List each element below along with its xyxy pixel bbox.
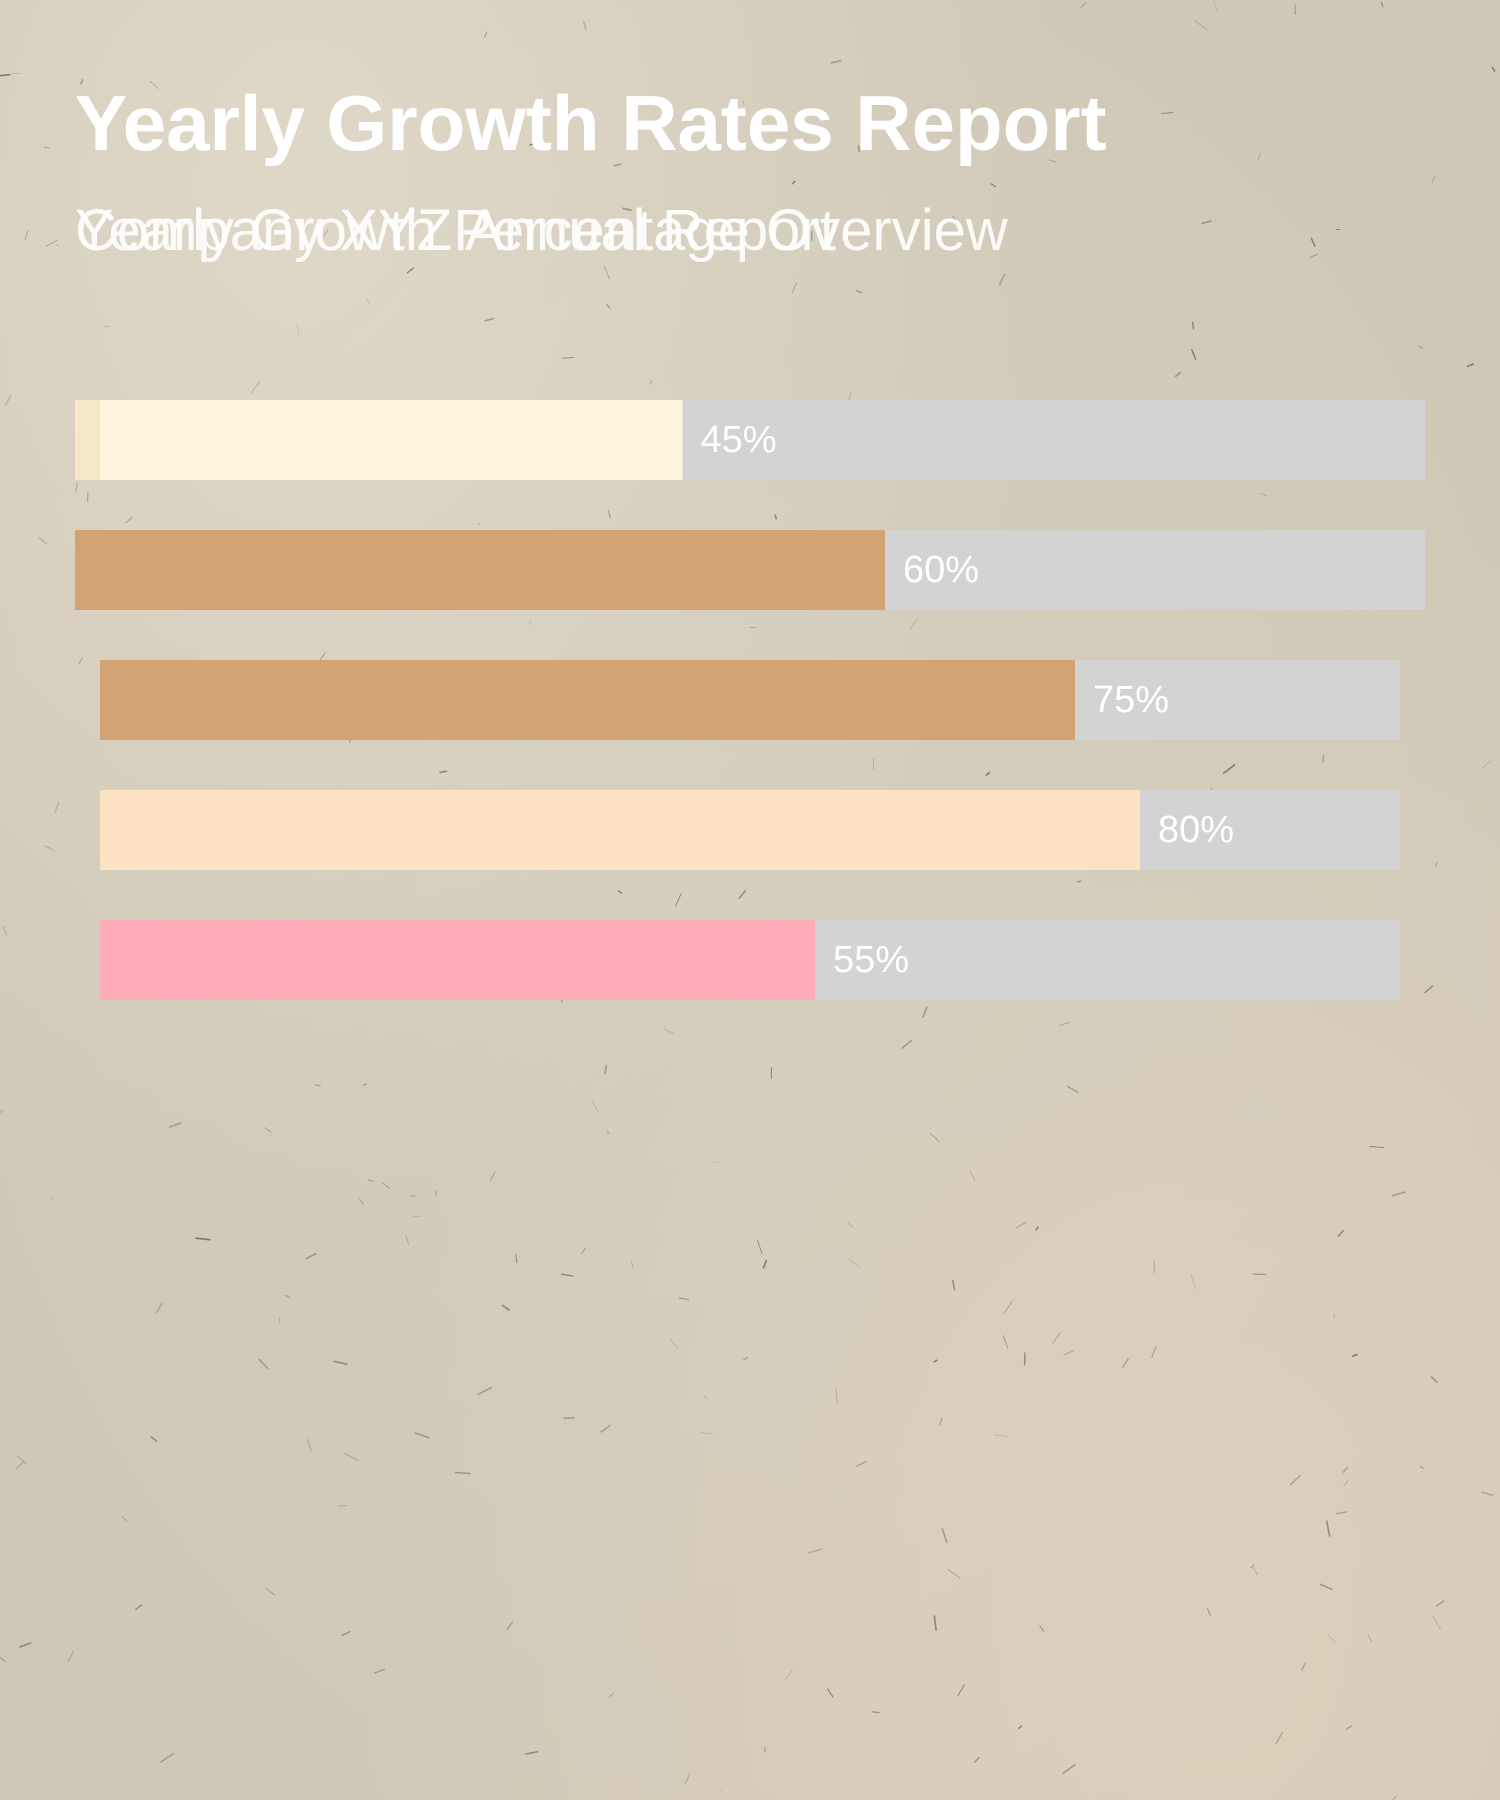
bar-value-label: 75%: [1093, 679, 1169, 721]
bar: [100, 790, 1140, 870]
bar-row-3: 75%: [100, 660, 1400, 740]
bar: [100, 920, 815, 1000]
bar-value-label: 55%: [833, 939, 909, 981]
bar-row-1: 45%: [75, 400, 1425, 480]
bar: [75, 400, 683, 480]
bar-row-5: 55%: [100, 920, 1400, 1000]
bar-value-label: 45%: [701, 419, 777, 461]
bar-value-label: 60%: [903, 549, 979, 591]
bar-chart: 45% 60% 75% 80% 55%: [75, 400, 1425, 1000]
bar-value-label: 80%: [1158, 809, 1234, 851]
bar-overlap-edge: [75, 400, 100, 480]
bar: [75, 530, 885, 610]
bar-row-4: 80%: [100, 790, 1400, 870]
bar-row-2: 60%: [75, 530, 1425, 610]
bar: [100, 660, 1075, 740]
